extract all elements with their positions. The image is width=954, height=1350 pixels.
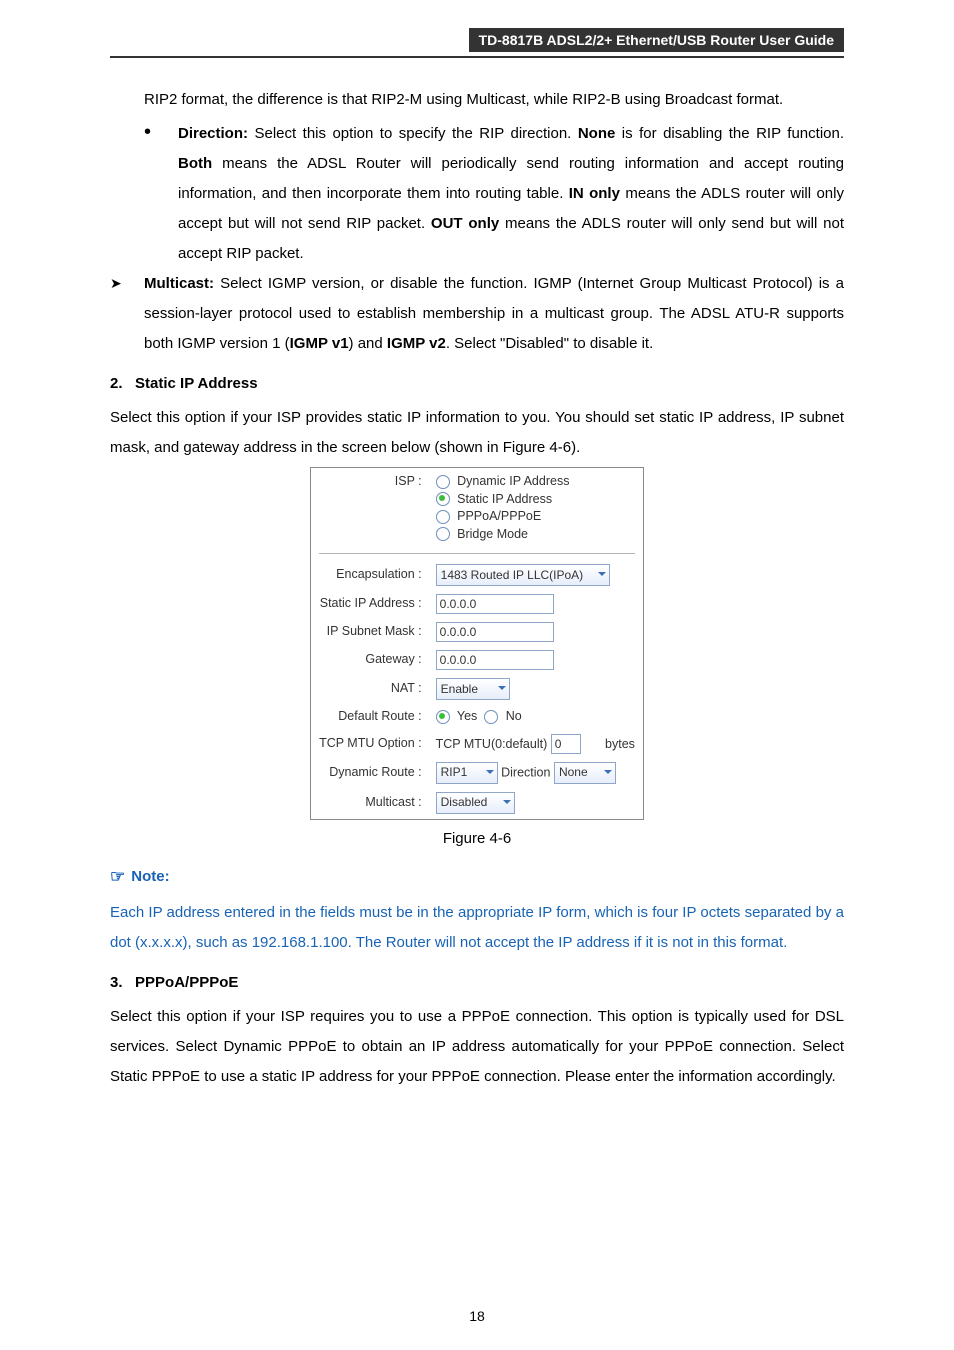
static-ip-label: Static IP Address :: [313, 591, 428, 617]
figure-caption: Figure 4-6: [110, 824, 844, 854]
gateway-input[interactable]: [436, 650, 554, 670]
direction-text: Direction: [501, 765, 550, 779]
opt-dynamic: Dynamic IP Address: [457, 474, 569, 488]
section-3-num: 3.: [110, 974, 123, 991]
static-ip-input[interactable]: [436, 594, 554, 614]
encap-value: 1483 Routed IP LLC(IPoA): [441, 567, 584, 584]
dynamic-route-select[interactable]: RIP1: [436, 762, 498, 784]
outonly-bold: OUT only: [431, 215, 499, 232]
opt-static: Static IP Address: [457, 492, 552, 506]
multicast-label: Multicast:: [144, 275, 214, 292]
multicast-fig-label: Multicast :: [313, 789, 428, 817]
t: . Select "Disabled" to disable it.: [446, 335, 653, 352]
note-body: Each IP address entered in the fields mu…: [110, 898, 844, 958]
dynamic-route-label: Dynamic Route :: [313, 759, 428, 787]
igmpv2-bold: IGMP v2: [387, 335, 446, 352]
pointing-hand-icon: ☞: [110, 860, 125, 894]
t: is for disabling the RIP function.: [615, 125, 844, 142]
section-2-title: Static IP Address: [135, 375, 258, 392]
igmpv1-bold: IGMP v1: [290, 335, 349, 352]
direction-value: None: [559, 764, 588, 781]
radio-pppoa[interactable]: [436, 510, 450, 524]
page-content: RIP2 format, the difference is that RIP2…: [110, 26, 844, 1092]
section-2-num: 2.: [110, 375, 123, 392]
inonly-bold: IN only: [569, 185, 620, 202]
default-route-label: Default Route :: [313, 705, 428, 729]
multicast-select[interactable]: Disabled: [436, 792, 515, 814]
direction-select[interactable]: None: [554, 762, 616, 784]
radio-default-route-yes[interactable]: [436, 710, 450, 724]
radio-dynamic-ip[interactable]: [436, 475, 450, 489]
multicast-value: Disabled: [441, 794, 488, 811]
dynamic-route-value: RIP1: [441, 764, 468, 781]
bullet-multicast: ➤ Multicast: Select IGMP version, or dis…: [110, 269, 844, 359]
direction-label: Direction:: [178, 125, 248, 142]
none-bold: None: [578, 125, 616, 142]
mtu-input[interactable]: [551, 734, 581, 754]
bullet-dot-icon: •: [144, 119, 178, 269]
encap-select[interactable]: 1483 Routed IP LLC(IPoA): [436, 564, 610, 586]
opt-bridge: Bridge Mode: [457, 527, 528, 541]
no-label: No: [506, 709, 522, 723]
isp-label: ISP :: [313, 470, 428, 546]
yes-label: Yes: [457, 709, 477, 723]
header-bar: TD-8817B ADSL2/2+ Ethernet/USB Router Us…: [469, 28, 844, 52]
subnet-mask-input[interactable]: [436, 622, 554, 642]
t: ) and: [349, 335, 387, 352]
note-heading: ☞ Note:: [110, 860, 844, 894]
page-number: 18: [0, 1308, 954, 1324]
bullet-direction: • Direction: Select this option to speci…: [110, 119, 844, 269]
header-underline: [110, 56, 844, 58]
gateway-label: Gateway :: [313, 647, 428, 673]
paragraph-static-ip: Select this option if your ISP provides …: [110, 403, 844, 463]
nat-label: NAT :: [313, 675, 428, 703]
mtu-label: TCP MTU Option :: [313, 731, 428, 757]
note-label: Note:: [131, 862, 169, 892]
nat-value: Enable: [441, 681, 478, 698]
section-3-title: PPPoA/PPPoE: [135, 974, 238, 991]
opt-pppoa: PPPoA/PPPoE: [457, 509, 541, 523]
nat-select[interactable]: Enable: [436, 678, 510, 700]
arrow-icon: ➤: [110, 269, 144, 359]
encap-label: Encapsulation :: [313, 561, 428, 589]
bytes-label: bytes: [605, 737, 635, 751]
radio-bridge[interactable]: [436, 527, 450, 541]
t: Select this option to specify the RIP di…: [248, 125, 578, 142]
subnet-mask-label: IP Subnet Mask :: [313, 619, 428, 645]
radio-default-route-no[interactable]: [484, 710, 498, 724]
section-2-heading: 2. Static IP Address: [110, 369, 844, 399]
radio-static-ip[interactable]: [436, 492, 450, 506]
paragraph-rip2: RIP2 format, the difference is that RIP2…: [110, 85, 844, 115]
section-3-heading: 3. PPPoA/PPPoE: [110, 968, 844, 998]
header-title: TD-8817B ADSL2/2+ Ethernet/USB Router Us…: [479, 32, 834, 48]
both-bold: Both: [178, 155, 212, 172]
paragraph-pppoe: Select this option if your ISP requires …: [110, 1002, 844, 1092]
figure-4-6: ISP : Dynamic IP Address Static IP Addre…: [110, 467, 844, 820]
mtu-text: TCP MTU(0:default): [436, 737, 548, 751]
